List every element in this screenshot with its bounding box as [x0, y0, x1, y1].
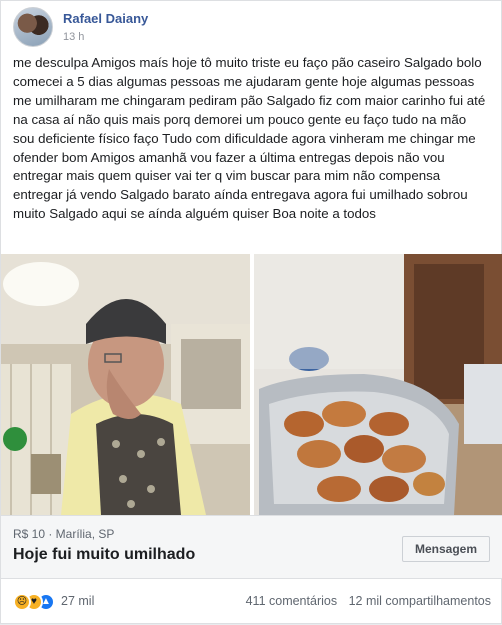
post-timestamp[interactable]: 13 h [63, 31, 84, 43]
sad-reaction-icon: ☹ [13, 593, 31, 611]
comments-count[interactable]: 411 comentários [246, 594, 338, 608]
marketplace-listing[interactable]: R$ 10 · Marília, SP Hoje fui muito umilh… [1, 515, 502, 579]
photo-pastries[interactable] [254, 254, 502, 515]
post-stats: 411 comentários 12 mil compartilhamentos [238, 594, 491, 608]
message-button[interactable]: Mensagem [401, 536, 490, 562]
avatar[interactable] [13, 7, 53, 47]
author-name[interactable]: Rafael Daiany [63, 11, 148, 26]
listing-price-location: R$ 10 · Marília, SP [13, 527, 115, 541]
reaction-count[interactable]: 27 mil [61, 594, 94, 608]
photo-person[interactable] [1, 254, 250, 515]
shares-count[interactable]: 12 mil compartilhamentos [349, 594, 491, 608]
listing-title[interactable]: Hoje fui muito umilhado [13, 546, 195, 564]
post-footer: ☹ ♥ ▲ 27 mil 411 comentários 12 mil comp… [1, 581, 502, 625]
post-text: me desculpa Amigos maís hoje tô muito tr… [13, 55, 486, 222]
photo-grid [1, 254, 502, 515]
post-card: Rafael Daiany 13 h me desculpa Amigos ma… [0, 0, 502, 624]
